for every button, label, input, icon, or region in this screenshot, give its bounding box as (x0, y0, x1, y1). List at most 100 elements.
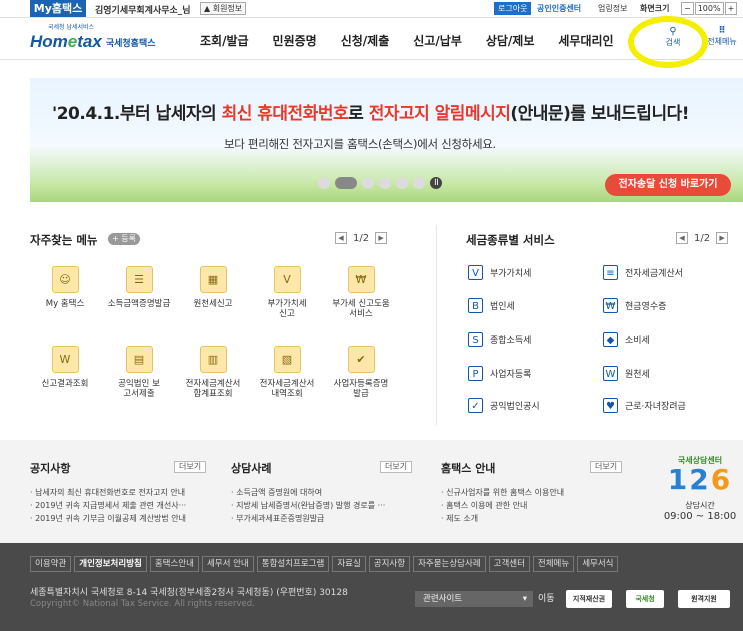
diamond-icon: ◆ (603, 332, 618, 347)
fav-item-report-result[interactable]: W 신고결과조회 (30, 346, 100, 389)
screen-size-label: 화면크기 (640, 4, 670, 13)
tax-service-title: 세금종류별 서비스 (466, 233, 555, 247)
list-item[interactable]: 지방세 납세증명서(완납증명) 발행 경로를 ··· (231, 499, 385, 512)
next-arrow-icon[interactable]: ▶ (716, 232, 729, 244)
income-icon: S (468, 332, 483, 347)
main-banner[interactable]: '20.4.1.부터 납세자의 최신 휴대전화번호로 전자고지 알림메시지(안내… (30, 78, 743, 202)
person-icon: ▲ (204, 4, 211, 13)
member-info-button[interactable]: ▲ 회원정보 (200, 2, 247, 15)
tax-item-incentive[interactable]: ♥ 근로·자녀장려금 (603, 398, 686, 413)
nav-inquiry[interactable]: 조회/발급 (200, 32, 249, 49)
guide-more-button[interactable]: 더보기 (590, 461, 623, 473)
fav-item-biz-cert[interactable]: ✔ 사업자등록증명 발급 (326, 346, 396, 399)
search-highlight-circle (628, 16, 708, 68)
cert-center-link[interactable]: 공인인증센터 (537, 3, 581, 14)
banner-dot[interactable] (379, 177, 391, 189)
tax-item-income[interactable]: S 종합소득세 (468, 332, 531, 347)
tax-item-einvoice[interactable]: ≡ 전자세금계산서 (603, 265, 683, 280)
zoom-out-button[interactable]: − (681, 2, 694, 15)
list-item[interactable]: 신규사업자를 위한 홈택스 이용안내 (441, 486, 564, 499)
table-icon: ▥ (199, 346, 227, 373)
tax-item-corp[interactable]: B 법인세 (468, 298, 515, 313)
all-menu-button[interactable]: ⠿ 전체메뉴 (702, 26, 742, 47)
nav-consult[interactable]: 상담/제보 (486, 32, 535, 49)
remote-support-button[interactable]: 원격지원 (678, 590, 730, 608)
fav-item-vat-report[interactable]: V 부가가치세 신고 (252, 266, 322, 319)
tax-item-cash-receipt[interactable]: ₩ 현금영수증 (603, 298, 666, 313)
fav-item-einvoice-sum[interactable]: ▥ 전자세금계산서 합계표조회 (178, 346, 248, 399)
fav-item-vat-help[interactable]: ₩ 부가세 신고도움 서비스 (326, 266, 396, 319)
footer-address: 세종특별자치시 국세청로 8-14 국세청(정부세종2청사 국세청동) (우편번… (30, 588, 348, 598)
top-utility-bar: My홈택스 김영기세무회계사무소_님 ▲ 회원정보 로그아웃 공인인증센터 업링… (0, 0, 743, 18)
nav-application[interactable]: 신청/제출 (341, 32, 390, 49)
footer-link-terms[interactable]: 이용약관 (30, 556, 72, 572)
nts-badge[interactable]: 국세청 (626, 590, 664, 608)
list-item[interactable]: 제도 소개 (441, 512, 564, 525)
tax-item-withholding[interactable]: W 원천세 (603, 366, 650, 381)
tax-item-biz-reg[interactable]: P 사업자등록 (468, 366, 531, 381)
banner-dot[interactable] (413, 177, 425, 189)
nav-certificates[interactable]: 민원증명 (273, 32, 317, 49)
fav-item-label: 사업자등록증명 발급 (333, 379, 389, 399)
notice-title: 공지사항 (30, 462, 71, 475)
go-button[interactable]: 이동 (538, 591, 555, 607)
footer-link-customer[interactable]: 고객센터 (488, 556, 530, 572)
fav-item-income-cert[interactable]: ☰ 소득금액증명발급 (104, 266, 174, 309)
fav-item-label: My 홈택스 (45, 299, 85, 309)
footer-link-guide[interactable]: 홈택스안내 (149, 556, 199, 572)
prev-arrow-icon[interactable]: ◀ (676, 232, 688, 244)
uplink-info-link[interactable]: 업링정보 (598, 3, 627, 14)
list-item[interactable]: 홈택스 이용에 관한 안내 (441, 499, 564, 512)
list-item[interactable]: 소득금액 증명원에 대하여 (231, 486, 385, 499)
hometax-logo[interactable]: 국세청 남세서비스 Hometax 국세청홈택스 (30, 24, 156, 52)
list-item[interactable]: 2019년 귀속 지급명세서 제출 관련 개선사··· (30, 499, 186, 512)
won-icon: ₩ (347, 266, 375, 293)
e-delivery-button[interactable]: 전자송달 신청 바로가기 (605, 174, 731, 196)
my-hometax-button[interactable]: My홈택스 (30, 0, 86, 17)
tax-item-public-disclosure[interactable]: ✓ 공익법인공시 (468, 398, 540, 413)
ip-badge[interactable]: 지적재산권 (566, 590, 612, 608)
footer-link-notice[interactable]: 공지사항 (368, 556, 411, 572)
cash-receipt-icon: ₩ (603, 298, 618, 313)
fav-item-my-hometax[interactable]: ☺ My 홈택스 (30, 266, 100, 309)
fav-item-label: 공익법인 보고서제출 (118, 379, 160, 399)
notice-more-button[interactable]: 더보기 (174, 461, 207, 473)
fav-item-withholding[interactable]: ▦ 원천세신고 (178, 266, 248, 309)
fav-item-label: 부가세 신고도움 서비스 (332, 299, 390, 319)
fav-page-indicator: 1/2 (353, 232, 370, 244)
footer-link-office[interactable]: 세무서 안내 (201, 556, 254, 572)
pause-icon[interactable]: ॥ (430, 177, 442, 189)
footer-link-forms[interactable]: 세무서식 (577, 556, 619, 572)
footer-link-faq[interactable]: 자주묻는상담사례 (413, 556, 486, 572)
footer-link-allmenu[interactable]: 전체메뉴 (532, 556, 575, 572)
banner-headline: '20.4.1.부터 납세자의 최신 휴대전화번호로 전자고지 알림메시지(안내… (52, 104, 689, 124)
list-item[interactable]: 부가세과세표준증명원발급 (231, 512, 385, 525)
list-item[interactable]: 납세자의 최신 휴대전화번호로 전자고지 안내 (30, 486, 186, 499)
prev-arrow-icon[interactable]: ◀ (335, 232, 347, 244)
consult-title: 상담사례 (231, 462, 272, 475)
tax-item-vat[interactable]: V 부가가치세 (468, 265, 531, 280)
fav-item-label: 전자세금계산서 합계표조회 (185, 379, 241, 399)
zoom-in-button[interactable]: + (724, 2, 738, 15)
fav-item-einvoice-list[interactable]: ▧ 전자세금계산서 내역조회 (252, 346, 322, 399)
zoom-level: 100% (694, 2, 724, 15)
logout-button[interactable]: 로그아웃 (494, 2, 532, 15)
footer-link-install[interactable]: 통합설치프로그램 (256, 556, 330, 572)
tax-item-consumption[interactable]: ◆ 소비세 (603, 332, 650, 347)
footer-link-privacy[interactable]: 개인정보처리방침 (74, 556, 147, 572)
related-sites-select[interactable]: 관련사이트 ▾ (415, 591, 533, 607)
nav-report-pay[interactable]: 신고/납부 (413, 32, 462, 49)
hours-label: 상담시간 (685, 501, 715, 510)
nav-tax-agent[interactable]: 세무대리인 (558, 32, 613, 49)
consult-more-button[interactable]: 더보기 (380, 461, 413, 473)
banner-dot[interactable] (362, 177, 374, 189)
fav-item-public-report[interactable]: ▤ 공익법인 보고서제출 (104, 346, 174, 399)
person-icon: P (468, 366, 483, 381)
banner-dot-active[interactable] (335, 177, 357, 189)
next-arrow-icon[interactable]: ▶ (375, 232, 388, 244)
footer-link-archive[interactable]: 자료실 (332, 556, 366, 572)
banner-dot[interactable] (396, 177, 408, 189)
banner-dot[interactable] (318, 177, 330, 189)
fav-add-button[interactable]: + 등록 (108, 233, 140, 245)
list-item[interactable]: 2019년 귀속 기부금 이월공제 계산방법 안내 (30, 512, 186, 525)
